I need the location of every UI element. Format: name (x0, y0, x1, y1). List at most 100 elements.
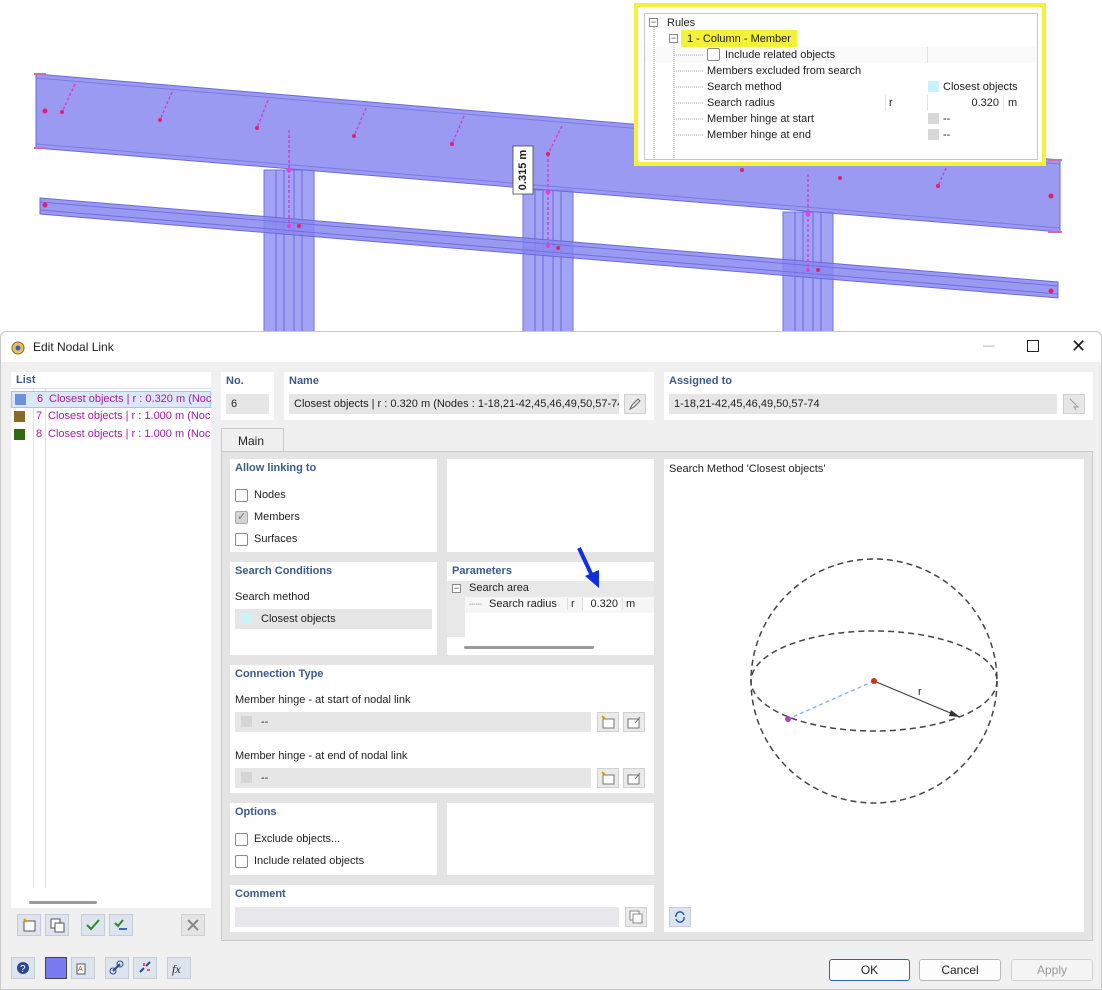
help-icon[interactable]: ? (11, 957, 35, 979)
hinge-swatch (928, 129, 939, 140)
search-method-label: Search method (235, 591, 310, 603)
new-hinge-end-icon[interactable] (597, 768, 619, 788)
tree-lines (653, 27, 703, 161)
exclude-objects-label: Exclude objects... (254, 833, 341, 845)
parameters-scrollbar[interactable] (464, 646, 594, 649)
edit-hinge-start-icon[interactable] (623, 712, 645, 732)
column-1 (263, 169, 315, 332)
search-conditions-panel: Search Conditions Search method Closest … (230, 562, 437, 655)
include-related-checkbox[interactable] (707, 48, 720, 61)
hinge-start-select[interactable]: -- (235, 712, 591, 732)
name-label: Name (289, 375, 319, 387)
rules-tree: − Rules − 1 - Column - Member Include re… (644, 13, 1038, 161)
parameters-title: Parameters (452, 565, 512, 577)
title-bar[interactable]: Edit Nodal Link — ✕ (1, 332, 1101, 362)
connection-type-panel: Connection Type Member hinge - at start … (230, 665, 654, 793)
display-properties-icon[interactable]: A (71, 957, 95, 979)
include-related-objects-label: Include related objects (254, 855, 365, 867)
ok-button[interactable]: OK (829, 959, 910, 981)
select-objects-icon[interactable] (1063, 394, 1085, 414)
empty-options-panel (447, 803, 654, 875)
nodal-link-app-icon (10, 339, 26, 355)
dimension-label: 0.315 m (517, 150, 529, 191)
members-checkbox[interactable] (235, 510, 248, 524)
exclude-objects-checkbox[interactable] (235, 833, 248, 846)
comment-library-icon[interactable] (625, 907, 647, 927)
edit-nodal-link-dialog: Edit Nodal Link — ✕ List 6 Closest objec… (0, 331, 1102, 990)
list-scrollbar[interactable] (29, 901, 97, 904)
search-area-row[interactable]: − Search area (447, 581, 654, 597)
list-item[interactable]: 6 Closest objects | r : 0.320 m (Noc (11, 391, 211, 408)
svg-text:A: A (78, 966, 83, 973)
comment-field[interactable] (235, 907, 619, 927)
new-item-icon[interactable] (17, 914, 41, 936)
apply-button[interactable]: Apply (1011, 959, 1093, 981)
options-title: Options (235, 806, 277, 818)
assigned-label: Assigned to (669, 375, 732, 387)
dialog-title: Edit Nodal Link (33, 340, 114, 354)
preview-panel: Search Method 'Closest objects' r (664, 459, 1084, 932)
svg-text:fx: fx (172, 962, 181, 976)
rule-param-label: Member hinge at end (707, 129, 811, 141)
no-panel: No. 6 (221, 372, 274, 420)
search-method-select[interactable]: Closest objects (235, 609, 432, 629)
assigned-panel: Assigned to 1-18,21-42,45,46,49,50,57-74 (664, 372, 1093, 420)
check-all-icon[interactable] (81, 914, 105, 936)
radius-symbol: r (918, 686, 922, 698)
color-picker-icon[interactable] (45, 957, 67, 979)
list-item[interactable]: 7 Closest objects | r : 1.000 m (Noc (11, 409, 211, 426)
name-panel: Name Closest objects | r : 0.320 m (Node… (284, 372, 654, 420)
column-2 (522, 189, 574, 332)
surfaces-label: Surfaces (254, 533, 298, 545)
cancel-button[interactable]: Cancel (919, 959, 1001, 981)
rule-param-value: -- (943, 129, 951, 141)
collapse-icon[interactable]: − (452, 584, 461, 593)
rule-param-value[interactable]: 0.320 (927, 95, 1001, 111)
rule-param-value: -- (943, 113, 951, 125)
name-field[interactable]: Closest objects | r : 0.320 m (Nodes : 1… (289, 394, 619, 414)
check-selected-icon[interactable] (109, 914, 133, 936)
list-header: List (16, 374, 36, 386)
formula-icon[interactable]: fx (167, 957, 191, 979)
color-swatch (14, 429, 25, 440)
close-icon[interactable]: ✕ (1071, 336, 1086, 356)
hinge-end-select[interactable]: -- (235, 768, 591, 788)
assigned-field[interactable]: 1-18,21-42,45,46,49,50,57-74 (669, 394, 1057, 414)
delete-icon[interactable] (181, 914, 205, 936)
search-radius-value[interactable]: 0.320 (582, 598, 620, 610)
include-related-objects-checkbox[interactable] (235, 855, 248, 868)
copy-item-icon[interactable] (45, 914, 69, 936)
surfaces-checkbox[interactable] (235, 533, 248, 546)
empty-panel (447, 459, 654, 552)
hinge-swatch (928, 113, 939, 124)
new-hinge-start-icon[interactable] (597, 712, 619, 732)
svg-text:?: ? (20, 964, 26, 975)
edit-name-icon[interactable] (624, 394, 646, 414)
edit-hinge-end-icon[interactable] (623, 768, 645, 788)
rule-param-value: Closest objects (943, 81, 1018, 93)
closest-objects-swatch (241, 613, 252, 624)
rotate-view-icon[interactable] (669, 907, 691, 927)
no-label: No. (226, 375, 244, 387)
rule-param-label: Member hinge at start (707, 113, 814, 125)
list-item[interactable]: 8 Closest objects | r : 1.000 m (Noc (11, 427, 211, 444)
list-panel: List 6 Closest objects | r : 0.320 m (No… (11, 372, 211, 940)
color-swatch (14, 411, 25, 422)
options-panel: Options Exclude objects... Include relat… (230, 803, 437, 875)
nodes-label: Nodes (254, 489, 286, 501)
rule-param-label: Search radius (707, 97, 775, 109)
rule-param-label: Search method (707, 81, 782, 93)
no-field[interactable]: 6 (226, 394, 269, 414)
closest-objects-swatch (928, 81, 939, 92)
color-swatch (15, 394, 26, 405)
search-conditions-title: Search Conditions (235, 565, 333, 577)
minimize-icon[interactable]: — (981, 338, 997, 356)
unlink-icon[interactable] (133, 957, 157, 979)
rule-param-symbol: r (885, 95, 927, 111)
comment-title: Comment (235, 888, 286, 900)
maximize-icon[interactable] (1027, 340, 1039, 352)
nodes-checkbox[interactable] (235, 489, 248, 502)
link-icon[interactable] (105, 957, 129, 979)
tab-main[interactable]: Main (221, 428, 284, 452)
search-radius-row[interactable]: ┄┄ Search radius r 0.320 m (465, 597, 654, 613)
